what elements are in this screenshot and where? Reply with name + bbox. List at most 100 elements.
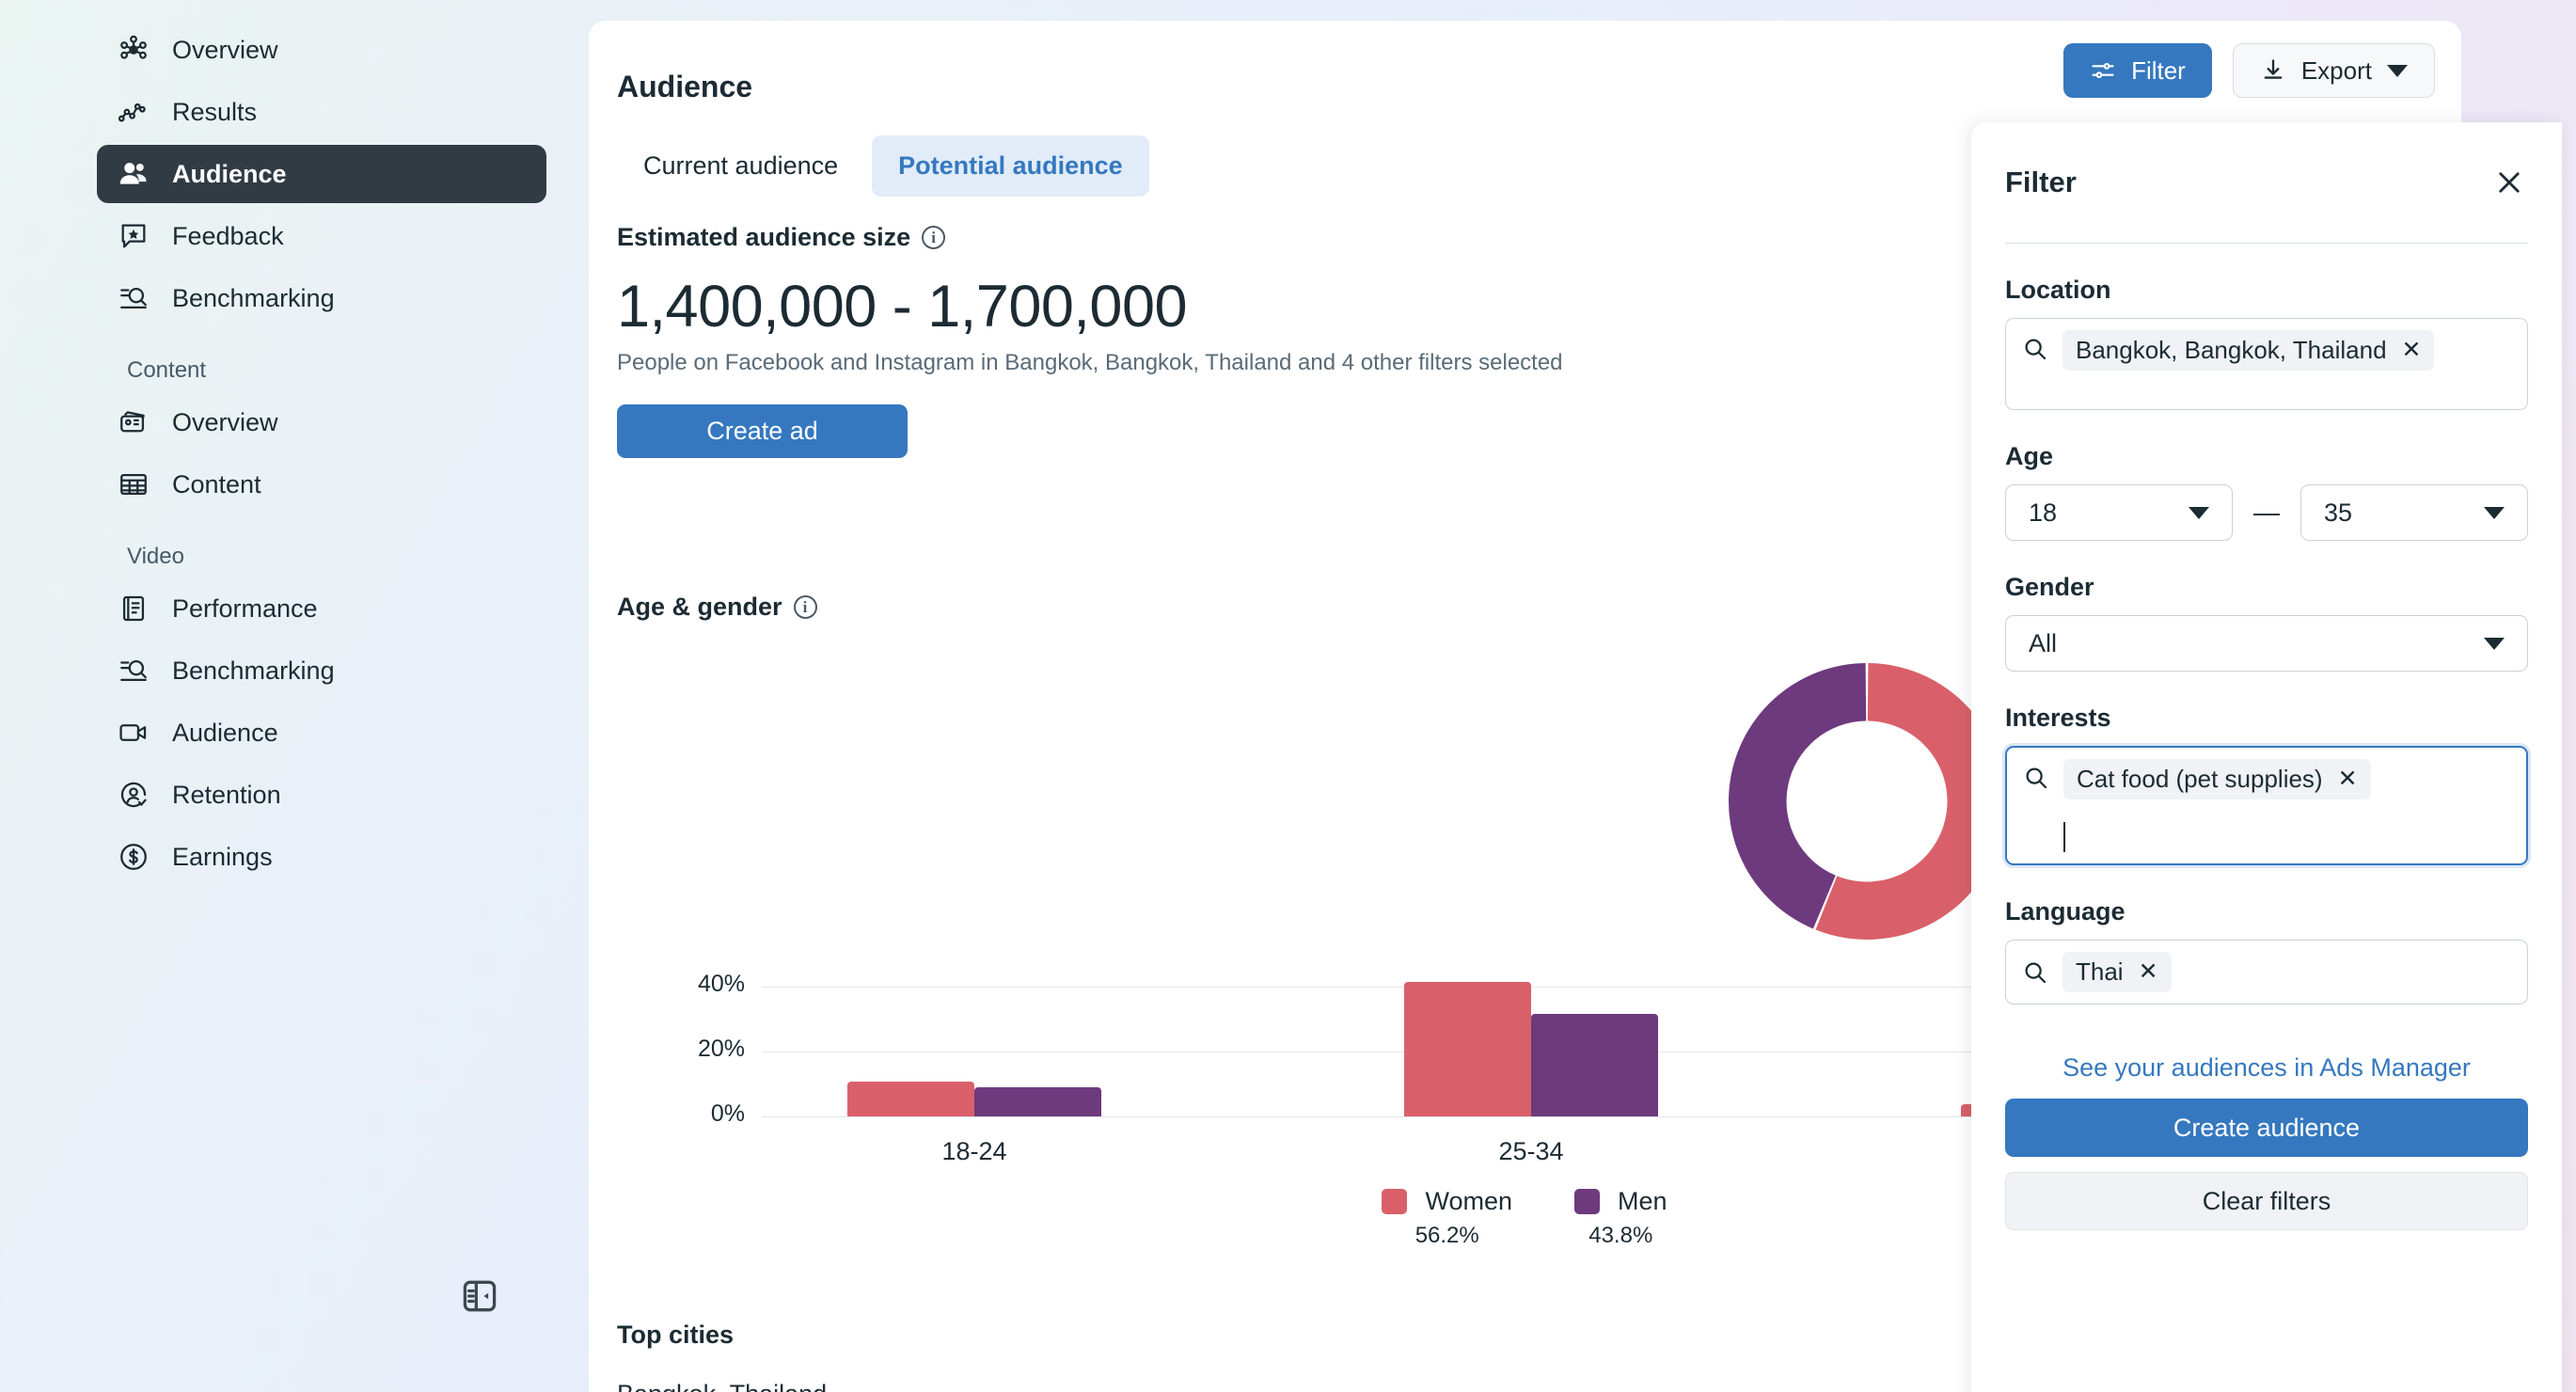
interest-chip[interactable]: Cat food (pet supplies) ✕ xyxy=(2063,759,2371,799)
gender-donut-chart xyxy=(1726,660,2008,942)
tab-current-audience[interactable]: Current audience xyxy=(617,135,864,197)
benchmark-search-icon xyxy=(118,655,150,687)
video-camera-icon xyxy=(118,717,150,749)
legend-swatch-men xyxy=(1574,1189,1600,1214)
language-chip[interactable]: Thai ✕ xyxy=(2062,952,2172,992)
gender-label: Gender xyxy=(2005,573,2528,602)
language-chip-label: Thai xyxy=(2076,957,2124,987)
bar-18-24-men xyxy=(974,1087,1101,1116)
sidebar-item-label: Performance xyxy=(172,594,318,624)
age-max-value: 35 xyxy=(2324,498,2352,528)
top-city-row: Bangkok, Thailand xyxy=(617,1380,827,1392)
chevron-down-icon xyxy=(2484,638,2505,650)
language-input[interactable]: Thai ✕ xyxy=(2005,940,2528,1004)
estimated-audience-subtitle: People on Facebook and Instagram in Bang… xyxy=(617,350,1563,376)
age-gender-label: Age & gender i xyxy=(617,593,817,622)
sidebar-item-benchmarking[interactable]: Benchmarking xyxy=(97,269,546,327)
location-input[interactable]: Bangkok, Bangkok, Thailand ✕ xyxy=(2005,318,2528,410)
age-min-value: 18 xyxy=(2029,498,2057,528)
estimated-audience-block: Estimated audience size i 1,400,000 - 1,… xyxy=(617,223,1563,458)
sidebar-item-label: Benchmarking xyxy=(172,656,335,686)
chevron-down-icon xyxy=(2387,65,2408,77)
interests-label: Interests xyxy=(2005,704,2528,733)
sidebar-item-feedback[interactable]: Feedback xyxy=(97,207,546,265)
gender-select[interactable]: All xyxy=(2005,615,2528,672)
download-icon xyxy=(2260,57,2286,84)
legend-value-women: 56.2% xyxy=(1415,1223,1479,1249)
bar-25-34-women xyxy=(1404,982,1531,1116)
close-icon[interactable]: ✕ xyxy=(2402,339,2422,362)
clear-filters-button[interactable]: Clear filters xyxy=(2005,1172,2528,1230)
legend-label-men: Men xyxy=(1618,1187,1667,1216)
sidebar-item-video-retention[interactable]: Retention xyxy=(97,766,546,824)
search-icon xyxy=(2021,958,2049,987)
chevron-down-icon xyxy=(2484,507,2505,519)
interests-input[interactable]: Cat food (pet supplies) ✕ xyxy=(2005,746,2528,865)
gender-value: All xyxy=(2029,629,2057,658)
sidebar-item-label: Earnings xyxy=(172,843,273,872)
header-actions: Filter Export xyxy=(2063,43,2435,98)
text-cursor xyxy=(2063,822,2065,852)
sidebar-item-content-overview[interactable]: Overview xyxy=(97,393,546,451)
bar-18-24-women xyxy=(847,1082,974,1116)
sidebar-item-audience[interactable]: Audience xyxy=(97,145,546,203)
sidebar-item-video-audience[interactable]: Audience xyxy=(97,704,546,762)
cards-overview-icon xyxy=(118,406,150,438)
donut-svg xyxy=(1726,660,2008,942)
sidebar: Overview Results Audience xyxy=(0,0,589,1392)
people-icon xyxy=(118,158,150,190)
sidebar-item-results[interactable]: Results xyxy=(97,83,546,141)
tab-potential-audience[interactable]: Potential audience xyxy=(872,135,1149,197)
chevron-down-icon xyxy=(2189,507,2209,519)
search-icon xyxy=(2021,335,2049,363)
language-chips: Thai ✕ xyxy=(2062,952,2512,992)
legend-item-women: Women 56.2% xyxy=(1382,1187,1512,1249)
language-label: Language xyxy=(2005,897,2528,926)
page-title: Audience xyxy=(617,70,752,104)
close-icon[interactable]: ✕ xyxy=(2338,767,2358,791)
sidebar-item-video-benchmarking[interactable]: Benchmarking xyxy=(97,641,546,700)
legend-value-men: 43.8% xyxy=(1588,1223,1652,1249)
location-chips: Bangkok, Bangkok, Thailand ✕ xyxy=(2062,330,2512,371)
legend-label-women: Women xyxy=(1425,1187,1512,1216)
info-icon[interactable]: i xyxy=(922,226,945,249)
filter-panel-header: Filter xyxy=(2005,122,2528,243)
sidebar-item-label: Benchmarking xyxy=(172,284,335,313)
network-overview-icon xyxy=(118,34,150,66)
x-axis-tick: 25-34 xyxy=(1404,1137,1658,1166)
filter-button[interactable]: Filter xyxy=(2063,43,2212,98)
sidebar-item-overview[interactable]: Overview xyxy=(97,21,546,79)
age-max-select[interactable]: 35 xyxy=(2300,484,2528,541)
dollar-circle-icon xyxy=(118,841,150,873)
filter-divider xyxy=(2005,243,2528,244)
y-axis-tick: 40% xyxy=(617,971,745,998)
table-icon xyxy=(118,468,150,500)
sidebar-item-label: Results xyxy=(172,98,257,127)
y-axis-tick: 0% xyxy=(617,1100,745,1128)
ads-manager-link[interactable]: See your audiences in Ads Manager xyxy=(2005,1053,2528,1083)
close-icon[interactable]: ✕ xyxy=(2139,960,2158,984)
estimated-audience-value: 1,400,000 - 1,700,000 xyxy=(617,273,1563,340)
export-button[interactable]: Export xyxy=(2233,43,2435,98)
y-axis-tick: 20% xyxy=(617,1036,745,1063)
sidebar-item-label: Audience xyxy=(172,160,287,189)
location-chip[interactable]: Bangkok, Bangkok, Thailand ✕ xyxy=(2062,330,2434,371)
filter-panel-title: Filter xyxy=(2005,166,2077,199)
sidebar-collapse-icon[interactable] xyxy=(459,1275,500,1317)
close-icon[interactable] xyxy=(2490,164,2528,201)
sidebar-item-video-performance[interactable]: Performance xyxy=(97,579,546,638)
sidebar-group-label-content: Content xyxy=(127,357,589,384)
info-icon[interactable]: i xyxy=(794,595,817,619)
location-label: Location xyxy=(2005,276,2528,305)
user-check-icon xyxy=(118,779,150,811)
location-chip-label: Bangkok, Bangkok, Thailand xyxy=(2076,336,2387,365)
notebook-icon xyxy=(118,593,150,625)
create-ad-button[interactable]: Create ad xyxy=(617,404,908,458)
sidebar-item-content[interactable]: Content xyxy=(97,455,546,514)
create-audience-button[interactable]: Create audience xyxy=(2005,1099,2528,1157)
sidebar-item-label: Feedback xyxy=(172,222,284,251)
sidebar-item-video-earnings[interactable]: Earnings xyxy=(97,828,546,886)
x-axis-tick: 18-24 xyxy=(847,1137,1101,1166)
age-min-select[interactable]: 18 xyxy=(2005,484,2233,541)
estimated-audience-label: Estimated audience size i xyxy=(617,223,1563,252)
